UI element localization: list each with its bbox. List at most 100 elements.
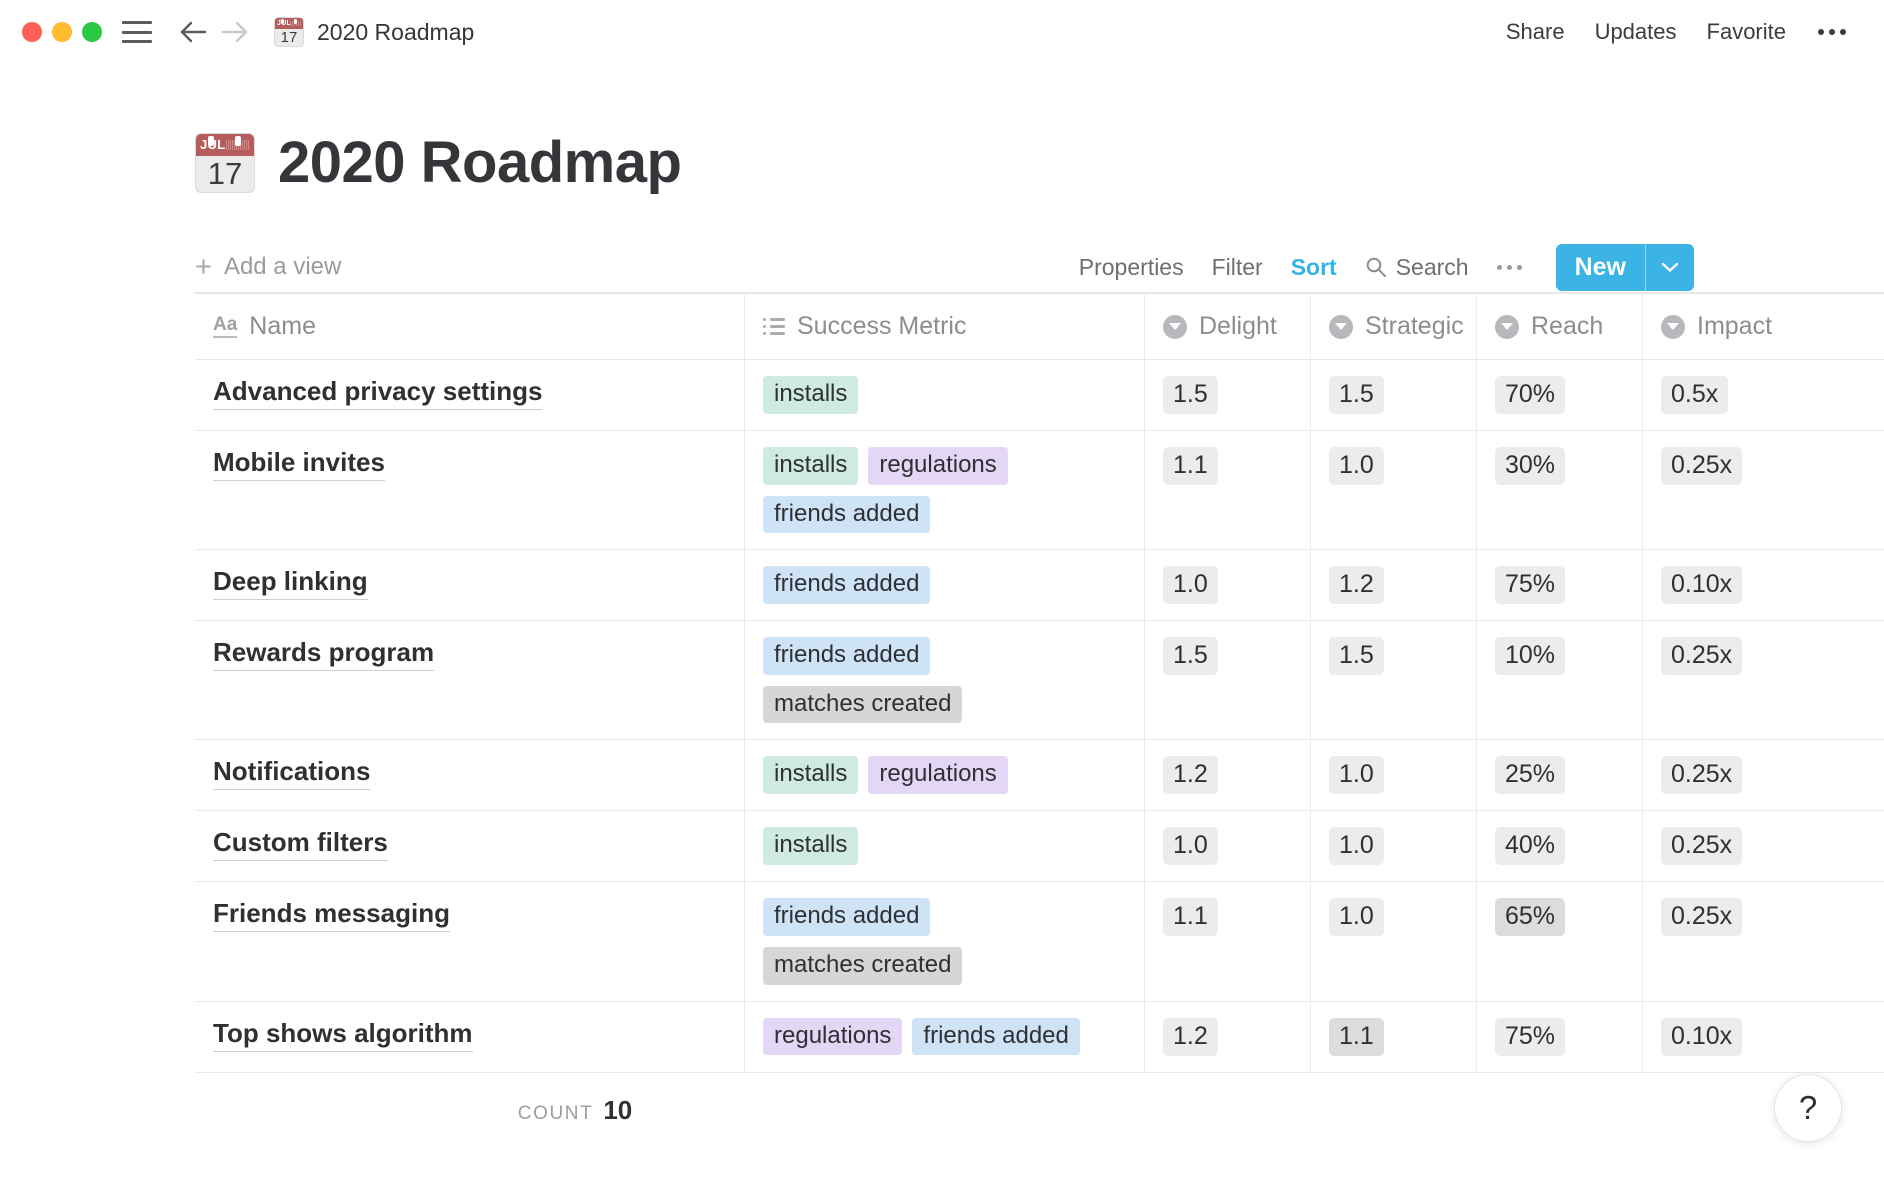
- metric-tag[interactable]: friends added: [763, 566, 931, 604]
- search-button[interactable]: Search: [1365, 254, 1469, 281]
- breadcrumb[interactable]: JUL 17 2020 Roadmap: [274, 17, 474, 47]
- metric-tag[interactable]: regulations: [763, 1017, 903, 1056]
- cell-delight[interactable]: 1.2: [1145, 740, 1311, 811]
- metric-tag[interactable]: matches created: [763, 685, 963, 724]
- cell-reach[interactable]: 10%: [1477, 621, 1643, 740]
- sort-button[interactable]: Sort: [1291, 254, 1337, 281]
- column-header-delight[interactable]: Delight: [1145, 294, 1311, 359]
- cell-impact[interactable]: 0.25x: [1643, 621, 1809, 739]
- cell-name[interactable]: Friends messaging: [195, 882, 745, 1001]
- cell-success-metric[interactable]: friends added: [745, 550, 1145, 621]
- column-header-impact[interactable]: Impact: [1643, 294, 1809, 359]
- maximize-window-button[interactable]: [82, 22, 102, 42]
- column-header-name[interactable]: Aa Name: [195, 294, 745, 359]
- cell-reach[interactable]: 70%: [1477, 360, 1643, 430]
- cell-name[interactable]: Custom filters: [195, 811, 745, 882]
- cell-impact[interactable]: 0.25x: [1643, 740, 1809, 810]
- cell-impact[interactable]: 0.5x: [1643, 360, 1809, 430]
- row-title-link[interactable]: Deep linking: [213, 566, 368, 601]
- cell-strategic[interactable]: 1.0: [1311, 811, 1477, 882]
- metric-tag[interactable]: friends added: [763, 495, 931, 534]
- row-title-link[interactable]: Notifications: [213, 756, 371, 791]
- cell-name[interactable]: Top shows algorithm: [195, 1001, 745, 1072]
- cell-impact[interactable]: 0.10x: [1643, 1002, 1809, 1072]
- metric-tag[interactable]: installs: [763, 376, 859, 414]
- column-header-reach[interactable]: Reach: [1477, 294, 1643, 359]
- table-row[interactable]: Deep linking friends added 1.0 1.2 75% 0.10x: [195, 550, 1884, 622]
- metric-tag[interactable]: installs: [763, 447, 859, 485]
- cell-name[interactable]: Advanced privacy settings: [195, 360, 745, 430]
- cell-strategic[interactable]: 1.0: [1311, 882, 1477, 1001]
- row-title-link[interactable]: Friends messaging: [213, 898, 450, 933]
- cell-success-metric[interactable]: friends added matches created: [745, 882, 1145, 1001]
- metric-tag[interactable]: regulations: [868, 756, 1008, 794]
- page-calendar-icon[interactable]: JUL 17: [195, 132, 255, 193]
- row-title-link[interactable]: Rewards program: [213, 637, 435, 672]
- cell-strategic[interactable]: 1.5: [1311, 621, 1477, 740]
- new-button[interactable]: New: [1556, 244, 1645, 291]
- page-title[interactable]: 2020 Roadmap: [278, 129, 682, 196]
- table-row[interactable]: Advanced privacy settings installs 1.5 1.5 7…: [195, 360, 1884, 431]
- help-button[interactable]: ?: [1774, 1074, 1842, 1142]
- row-title-link[interactable]: Custom filters: [213, 827, 388, 862]
- new-dropdown-button[interactable]: [1646, 244, 1694, 291]
- cell-reach[interactable]: 30%: [1477, 431, 1643, 550]
- cell-delight[interactable]: 1.2: [1145, 1001, 1311, 1072]
- column-header-success-metric[interactable]: Success Metric: [745, 294, 1145, 359]
- cell-success-metric[interactable]: installs regulations: [745, 740, 1145, 811]
- metric-tag[interactable]: friends added: [912, 1017, 1080, 1056]
- cell-strategic[interactable]: 1.0: [1311, 740, 1477, 811]
- add-view-button[interactable]: + Add a view: [195, 252, 341, 282]
- metric-tag[interactable]: friends added: [763, 898, 931, 936]
- cell-name[interactable]: Mobile invites: [195, 431, 745, 550]
- cell-reach[interactable]: 65%: [1477, 882, 1643, 1001]
- minimize-window-button[interactable]: [52, 22, 72, 42]
- properties-button[interactable]: Properties: [1079, 254, 1184, 281]
- cell-delight[interactable]: 1.0: [1145, 550, 1311, 621]
- cell-delight[interactable]: 1.1: [1145, 882, 1311, 1001]
- cell-name[interactable]: Deep linking: [195, 550, 745, 621]
- cell-name[interactable]: Rewards program: [195, 621, 745, 740]
- cell-strategic[interactable]: 1.1: [1311, 1001, 1477, 1072]
- cell-success-metric[interactable]: installs regulations friends added: [745, 431, 1145, 550]
- cell-success-metric[interactable]: regulations friends added: [745, 1001, 1145, 1072]
- sidebar-toggle-icon[interactable]: [122, 21, 152, 43]
- metric-tag[interactable]: regulations: [868, 447, 1008, 485]
- share-button[interactable]: Share: [1506, 19, 1565, 45]
- cell-delight[interactable]: 1.5: [1145, 621, 1311, 740]
- metric-tag[interactable]: installs: [763, 756, 859, 794]
- count-summary[interactable]: COUNT 10: [195, 1073, 955, 1126]
- metric-tag[interactable]: matches created: [763, 946, 963, 985]
- table-row[interactable]: Friends messaging friends added matches cr…: [195, 882, 1884, 1002]
- cell-success-metric[interactable]: installs: [745, 811, 1145, 882]
- cell-delight[interactable]: 1.1: [1145, 431, 1311, 550]
- cell-strategic[interactable]: 1.2: [1311, 550, 1477, 621]
- table-row[interactable]: Mobile invites installs regulations friends…: [195, 431, 1884, 551]
- row-title-link[interactable]: Top shows algorithm: [213, 1018, 473, 1052]
- table-row[interactable]: Top shows algorithm regulations friends ad…: [195, 1001, 1884, 1073]
- table-row[interactable]: Rewards program friends added matches crea…: [195, 621, 1884, 741]
- back-arrow-icon[interactable]: [176, 15, 210, 49]
- cell-strategic[interactable]: 1.0: [1311, 431, 1477, 550]
- cell-delight[interactable]: 1.0: [1145, 811, 1311, 882]
- row-title-link[interactable]: Advanced privacy settings: [213, 376, 543, 410]
- filter-button[interactable]: Filter: [1212, 254, 1263, 281]
- cell-success-metric[interactable]: friends added matches created: [745, 621, 1145, 740]
- cell-reach[interactable]: 40%: [1477, 811, 1643, 882]
- cell-impact[interactable]: 0.25x: [1643, 811, 1809, 881]
- close-window-button[interactable]: [22, 22, 42, 42]
- view-more-options-icon[interactable]: [1496, 264, 1522, 270]
- metric-tag[interactable]: friends added: [763, 637, 931, 675]
- row-title-link[interactable]: Mobile invites: [213, 447, 385, 481]
- cell-success-metric[interactable]: installs: [745, 360, 1145, 430]
- table-row[interactable]: Custom filters installs 1.0 1.0 40% 0.25x: [195, 811, 1884, 883]
- favorite-button[interactable]: Favorite: [1707, 19, 1786, 45]
- cell-reach[interactable]: 25%: [1477, 740, 1643, 811]
- forward-arrow-icon[interactable]: [218, 15, 252, 49]
- more-options-icon[interactable]: [1816, 23, 1848, 41]
- metric-tag[interactable]: installs: [763, 827, 859, 865]
- cell-delight[interactable]: 1.5: [1145, 360, 1311, 430]
- cell-impact[interactable]: 0.25x: [1643, 882, 1809, 1000]
- cell-reach[interactable]: 75%: [1477, 1001, 1643, 1072]
- table-row[interactable]: Notifications installs regulations 1.2 1.0 25…: [195, 740, 1884, 812]
